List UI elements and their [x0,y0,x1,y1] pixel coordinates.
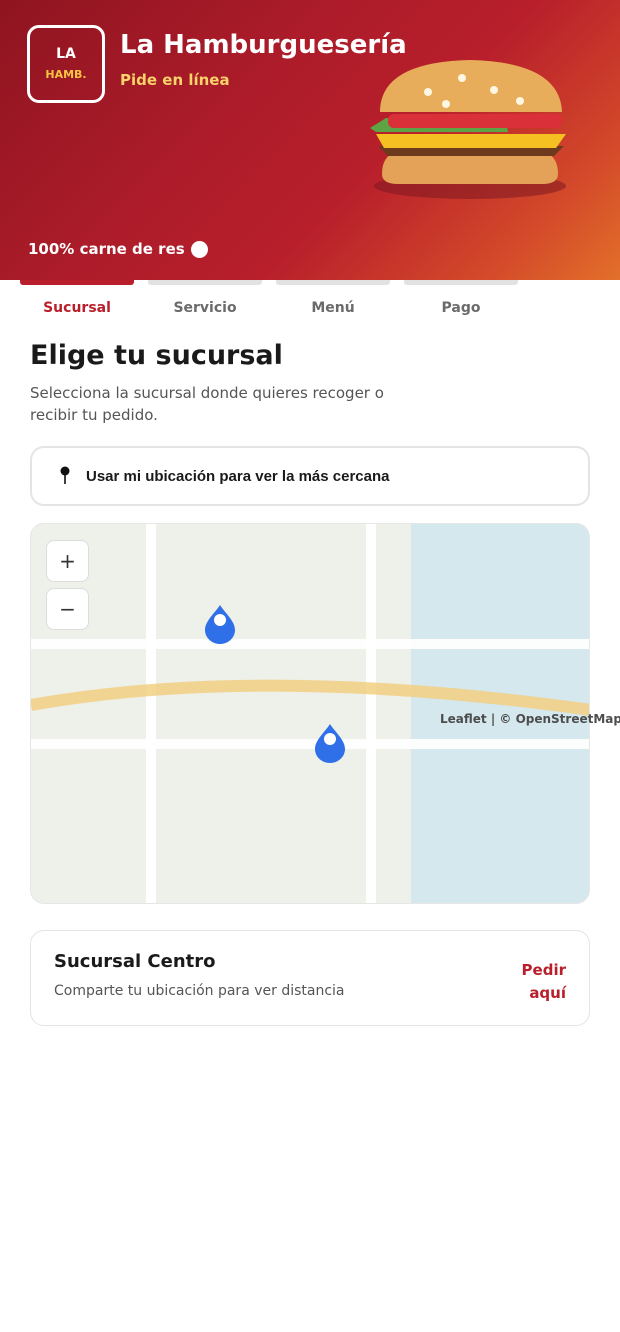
map-attribution[interactable]: Leaflet | © OpenStreetMap [440,712,620,726]
map-marker-icon[interactable] [203,604,237,646]
zoom-out-button[interactable]: − [46,588,89,630]
checkout-steps: Sucursal Servicio Menú Pago [20,280,600,324]
step-servicio[interactable]: Servicio [148,280,262,324]
page-title: Elige tu sucursal [30,340,283,371]
step-progress-bar [148,280,262,285]
step-progress-bar [20,280,134,285]
location-pin-icon [60,466,70,484]
step-menu[interactable]: Menú [276,280,390,324]
map-marker-icon[interactable] [313,723,347,765]
burger-illustration [370,60,566,199]
use-my-location-button[interactable]: Usar mi ubicación para ver la más cercan… [30,446,590,506]
logo-line-2: HAMB. [45,68,87,81]
step-label: Servicio [173,300,237,316]
brand-subtitle: Pide en línea [120,71,230,89]
badge-dot-icon [190,240,208,258]
branch-distance: Comparte tu ubicación para ver distancia [54,983,345,999]
step-label: Menú [311,300,355,316]
branch-card[interactable]: Sucursal Centro Comparte tu ubicación pa… [30,930,590,1026]
tagline-text: 100% carne de res [28,240,185,258]
step-label: Pago [441,300,481,316]
branch-name: Sucursal Centro [54,951,216,972]
zoom-in-button[interactable]: + [46,540,89,582]
step-progress-bar [276,280,390,285]
logo-line-1: LA [56,46,76,62]
order-here-button[interactable]: Pedir aquí [506,959,566,1005]
step-label: Sucursal [43,300,111,316]
use-location-label: Usar mi ubicación para ver la más cercan… [86,467,390,485]
hero-tagline: 100% carne de res [28,240,208,258]
step-progress-bar [404,280,518,285]
step-pago[interactable]: Pago [404,280,518,324]
page-description: Selecciona la sucursal donde quieres rec… [30,384,384,424]
hero-banner: LA HAMB. La Hamburguesería Pide en línea… [0,0,620,280]
step-sucursal[interactable]: Sucursal [20,280,134,324]
brand-title: La Hamburguesería [120,30,407,60]
brand-logo: LA HAMB. [27,25,105,103]
